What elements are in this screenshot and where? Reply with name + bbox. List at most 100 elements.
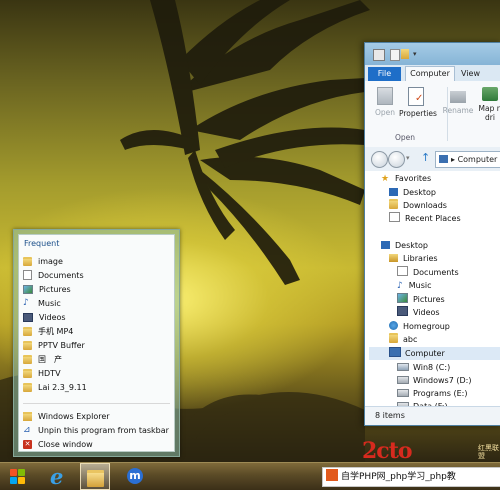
properties-icon [408, 87, 424, 106]
close-window-task[interactable]: ✕ Close window [23, 437, 170, 451]
start-button[interactable] [0, 463, 38, 490]
ribbon: Open Properties Rename Map n dri Open [365, 81, 500, 148]
nav-downloads[interactable]: Downloads [389, 199, 447, 212]
tab-file[interactable]: File [368, 67, 401, 81]
nav-lib-music[interactable]: ♪ Music [397, 279, 432, 292]
map-label-1: Map n [478, 104, 500, 113]
nav-computer[interactable]: Computer [369, 347, 500, 360]
nav-label: Desktop [395, 241, 428, 250]
taskbar-windows-explorer[interactable] [80, 463, 110, 490]
open-windows-explorer-task[interactable]: Windows Explorer [23, 409, 170, 423]
nav-lib-documents[interactable]: Documents [397, 266, 459, 279]
breadcrumb-arrow[interactable]: ▸ [451, 155, 455, 164]
folder-icon [23, 411, 32, 421]
nav-libraries[interactable]: Libraries [389, 252, 438, 265]
jump-list-item-lai[interactable]: Lai 2.3_9.11 [23, 380, 170, 394]
watermark-logo: 2cto [362, 438, 413, 464]
jump-list-item-pictures[interactable]: Pictures [23, 282, 170, 296]
jump-list-item-guochan[interactable]: 国 产 [23, 352, 170, 366]
nav-desktop[interactable]: Desktop [381, 239, 428, 252]
map-label-2: dri [485, 113, 495, 122]
tab-view[interactable]: View [461, 67, 480, 81]
jump-list-item-label: 国 产 [38, 354, 62, 364]
taskbar-app-m[interactable]: m [120, 463, 150, 490]
recent-places-icon [389, 212, 400, 222]
item-count: 8 items [375, 411, 405, 420]
explorer-window: ▾ File Computer View Open Properties Ren… [364, 42, 500, 426]
ribbon-tabs: File Computer View [365, 65, 500, 82]
nav-drive-d[interactable]: Windows7 (D:) [397, 374, 471, 387]
nav-label: Windows7 (D:) [413, 376, 472, 385]
up-arrow-icon[interactable]: ↑ [421, 151, 430, 164]
nav-favorites[interactable]: ★ Favorites [381, 172, 431, 185]
folder-icon [23, 354, 32, 364]
nav-label: Recent Places [405, 214, 461, 223]
nav-favorites-desktop[interactable]: Desktop [389, 186, 436, 199]
taskbar-jump-list: Frequent image Documents Pictures ♪ Musi… [13, 229, 180, 457]
rename-icon [450, 91, 466, 103]
tab-computer[interactable]: Computer [405, 66, 455, 82]
map-network-drive-button[interactable]: Map n dri [473, 87, 500, 122]
address-bar[interactable]: ▸ Computer [435, 151, 500, 168]
taskbar-internet-explorer[interactable]: e [41, 463, 79, 490]
nav-drive-e[interactable]: Programs (E:) [397, 387, 467, 400]
nav-lib-pictures[interactable]: Pictures [397, 293, 445, 306]
jump-list-item-label: Documents [38, 270, 84, 280]
navigation-bar: ▾ ↑ ▸ Computer [365, 147, 500, 171]
system-menu-icon[interactable] [373, 49, 385, 61]
nav-homegroup[interactable]: Homegroup [389, 320, 450, 333]
recent-locations-icon[interactable]: ▾ [406, 154, 410, 162]
jump-list-item-hdtv[interactable]: HDTV [23, 366, 170, 380]
nav-abc[interactable]: abc [389, 333, 417, 346]
forward-button[interactable] [388, 151, 405, 168]
pictures-icon [23, 284, 33, 294]
folder-icon [23, 326, 32, 336]
jump-list-item-label: HDTV [38, 368, 61, 378]
nav-label: Downloads [403, 201, 447, 210]
jump-list-header: Frequent [24, 239, 60, 248]
jump-list-item-videos[interactable]: Videos [23, 310, 170, 324]
properties-quick-icon[interactable] [390, 49, 400, 61]
open-button[interactable]: Open [368, 87, 402, 117]
nav-label: Computer [405, 349, 445, 358]
videos-icon [23, 312, 33, 322]
jump-list-item-label: Videos [39, 312, 66, 322]
watermark-side-text: 红黑联盟 [478, 444, 499, 460]
breadcrumb-computer[interactable]: Computer [458, 155, 498, 164]
drive-icon [397, 389, 409, 397]
jump-list-item-label: Lai 2.3_9.11 [38, 382, 87, 392]
nav-label: Programs (E:) [413, 389, 468, 398]
jump-list-item-label: Music [38, 298, 61, 308]
unpin-from-taskbar-task[interactable]: ⊿ Unpin this program from taskbar [23, 423, 170, 437]
pictures-icon [397, 293, 408, 303]
jump-list-item-image[interactable]: image [23, 254, 170, 268]
m-app-icon: m [127, 468, 143, 484]
close-icon: ✕ [23, 439, 32, 449]
star-icon: ★ [381, 174, 390, 184]
ribbon-group-label: Open [394, 133, 416, 142]
jump-list-divider [23, 403, 170, 404]
watermark-banner: 自学PHP网_php学习_php教 [322, 467, 500, 487]
jump-list-item-music[interactable]: ♪ Music [23, 296, 170, 310]
jump-list-item-documents[interactable]: Documents [23, 268, 170, 282]
nav-label: Music [408, 281, 432, 290]
properties-button[interactable]: Properties [399, 87, 437, 118]
customize-toolbar-icon[interactable]: ▾ [413, 49, 421, 59]
nav-lib-videos[interactable]: Videos [397, 306, 440, 319]
nav-label: Homegroup [403, 322, 450, 331]
documents-icon [397, 266, 408, 276]
folder-icon [23, 340, 32, 350]
new-folder-quick-icon[interactable] [401, 49, 409, 59]
nav-recent-places[interactable]: Recent Places [389, 212, 461, 225]
back-button[interactable] [371, 151, 388, 168]
watermark-banner-text: 自学PHP网_php学习_php教 [341, 472, 456, 482]
jump-list-tasks: Windows Explorer ⊿ Unpin this program fr… [23, 409, 170, 451]
jump-list-item-pptv[interactable]: PPTV Buffer [23, 338, 170, 352]
nav-drive-c[interactable]: Win8 (C:) [397, 361, 450, 374]
task-label: Windows Explorer [38, 411, 110, 421]
task-label: Close window [38, 439, 93, 449]
title-bar[interactable]: ▾ [365, 43, 500, 65]
videos-icon [397, 306, 408, 316]
jump-list-item-mp4[interactable]: 手机 MP4 [23, 324, 170, 338]
desktop-icon [381, 241, 390, 249]
